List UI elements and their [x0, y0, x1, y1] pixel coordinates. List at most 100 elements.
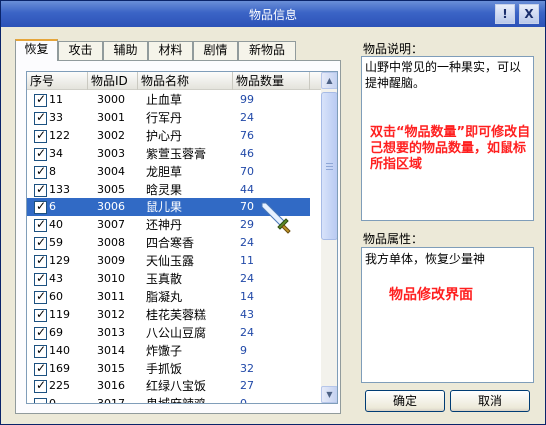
item-list[interactable]: 序号 物品ID 物品名称 物品数量 ✓ 11 3000 止血草 99 ✓ 33 3001 行军丹…	[26, 71, 338, 404]
list-item[interactable]: 0 3017 鬼城麻辣鸡 0	[27, 395, 321, 404]
cell-no: 40	[49, 218, 63, 232]
row-checkbox[interactable]: ✓	[34, 182, 47, 197]
row-checkbox[interactable]: ✓	[34, 253, 47, 269]
cell-id: 3011	[97, 289, 125, 303]
cell-qty[interactable]: 0	[240, 395, 247, 403]
list-item[interactable]: ✓ 43 3010 玉真散 24	[27, 270, 321, 288]
close-button[interactable]: X	[519, 4, 539, 24]
cell-id: 3007	[97, 218, 125, 232]
cell-qty[interactable]: 99	[240, 91, 254, 109]
cell-qty[interactable]: 70	[240, 163, 254, 181]
cell-qty[interactable]: 70	[240, 198, 254, 216]
header-id[interactable]: 物品ID	[88, 72, 138, 90]
list-item[interactable]: ✓ 59 3008 四合寒香 24	[27, 234, 321, 252]
attribute-text: 我方单体，恢复少量神	[365, 252, 486, 266]
header-name[interactable]: 物品名称	[138, 72, 233, 90]
row-checkbox[interactable]: ✓	[34, 235, 47, 251]
cell-no: 0	[49, 397, 56, 404]
tab-new-items[interactable]: 新物品	[238, 41, 296, 60]
row-checkbox[interactable]: ✓	[34, 217, 47, 233]
cell-no: 122	[49, 128, 70, 142]
row-checkbox[interactable]: ✓	[34, 164, 47, 179]
row-checkbox[interactable]: ✓	[34, 289, 47, 304]
cell-qty[interactable]: 27	[240, 377, 254, 395]
tab-material[interactable]: 材料	[148, 41, 193, 60]
cell-id: 3017	[97, 397, 125, 404]
cell-name: 龙胆草	[146, 164, 183, 179]
cell-qty[interactable]: 46	[240, 145, 254, 163]
cell-name: 护心丹	[146, 128, 183, 143]
row-checkbox[interactable]: ✓	[34, 127, 47, 143]
list-item[interactable]: ✓ 60 3011 脂凝丸 14	[27, 288, 321, 306]
list-item[interactable]: ✓ 119 3012 桂花芙蓉糕 43	[27, 306, 321, 324]
list-item[interactable]: ✓ 140 3014 炸馓子 9	[27, 342, 321, 360]
row-checkbox[interactable]: ✓	[34, 92, 47, 107]
cell-qty[interactable]: 11	[240, 252, 254, 270]
checkmark-icon: ✓	[36, 127, 47, 142]
arrow-down-icon[interactable]: ▼	[321, 386, 337, 403]
checkmark-icon: ✓	[36, 217, 47, 232]
cell-qty[interactable]: 24	[240, 270, 254, 288]
list-item[interactable]: ✓ 225 3016 红绿八宝饭 27	[27, 377, 321, 395]
list-item[interactable]: ✓ 129 3009 天仙玉露 11	[27, 252, 321, 270]
cell-name: 紫萱玉蓉膏	[146, 146, 207, 161]
cell-qty[interactable]: 24	[240, 109, 254, 127]
row-checkbox[interactable]: ✓	[34, 199, 47, 215]
cell-id: 3008	[97, 236, 125, 250]
cancel-button[interactable]: 取消	[450, 390, 530, 412]
cell-qty[interactable]: 24	[240, 234, 254, 252]
row-checkbox[interactable]: ✓	[34, 361, 47, 376]
cell-id: 3001	[97, 110, 125, 124]
header-qty[interactable]: 物品数量	[233, 72, 310, 90]
cell-id: 3005	[97, 182, 125, 196]
list-item[interactable]: ✓ 122 3002 护心丹 76	[27, 127, 321, 145]
arrow-up-icon[interactable]: ▲	[321, 72, 337, 89]
cell-no: 133	[49, 182, 70, 196]
vertical-scrollbar[interactable]: ▲ ▼	[321, 72, 337, 403]
scroll-thumb[interactable]	[321, 92, 337, 240]
cell-no: 169	[49, 361, 70, 375]
header-no[interactable]: 序号	[27, 72, 88, 90]
list-item[interactable]: ✓ 133 3005 晗灵果 44	[27, 181, 321, 199]
list-item[interactable]: ✓ 169 3015 手抓饭 32	[27, 360, 321, 378]
checkmark-icon: ✓	[36, 324, 47, 339]
title-bar[interactable]: 物品信息 ! X	[1, 1, 545, 27]
row-checkbox[interactable]: ✓	[34, 110, 47, 125]
cell-id: 3006	[97, 200, 125, 214]
row-checkbox[interactable]	[34, 398, 47, 403]
help-button[interactable]: !	[495, 4, 515, 24]
row-checkbox[interactable]: ✓	[34, 324, 47, 340]
list-item[interactable]: ✓ 8 3004 龙胆草 70	[27, 163, 321, 181]
list-item[interactable]: ✓ 69 3013 八公山豆腐 24	[27, 324, 321, 342]
tab-attack[interactable]: 攻击	[58, 41, 103, 60]
ok-button[interactable]: 确定	[365, 390, 445, 412]
tab-support[interactable]: 辅助	[103, 41, 148, 60]
cell-qty[interactable]: 9	[240, 342, 247, 360]
cell-qty[interactable]: 29	[240, 216, 254, 234]
cell-qty[interactable]: 44	[240, 181, 254, 199]
cell-name: 玉真散	[146, 272, 183, 286]
cell-id: 3000	[97, 93, 125, 106]
cell-qty[interactable]: 32	[240, 360, 254, 378]
row-checkbox[interactable]: ✓	[34, 306, 47, 322]
list-item[interactable]: ✓ 33 3001 行军丹 24	[27, 109, 321, 127]
cell-qty[interactable]: 24	[240, 324, 254, 342]
cell-name: 八公山豆腐	[146, 325, 207, 340]
row-checkbox[interactable]: ✓	[34, 378, 47, 394]
cell-no: 140	[49, 343, 70, 357]
list-item[interactable]: ✓ 34 3003 紫萱玉蓉膏 46	[27, 145, 321, 163]
checkmark-icon: ✓	[36, 306, 47, 321]
cell-qty[interactable]: 43	[240, 306, 254, 324]
row-checkbox[interactable]: ✓	[34, 271, 47, 286]
cell-name: 手抓饭	[146, 361, 183, 376]
tab-story[interactable]: 剧情	[193, 41, 238, 60]
cell-no: 8	[49, 164, 56, 178]
list-item[interactable]: ✓ 11 3000 止血草 99	[27, 91, 321, 109]
cell-qty[interactable]: 14	[240, 288, 254, 306]
row-checkbox[interactable]: ✓	[34, 146, 47, 161]
cell-no: 69	[49, 325, 63, 339]
tab-restore[interactable]: 恢复	[15, 39, 58, 61]
edit-hint-note: 双击“物品数量”即可修改自己想要的物品数量，如鼠标所指区域	[370, 125, 531, 172]
row-checkbox[interactable]: ✓	[34, 343, 47, 358]
cell-qty[interactable]: 76	[240, 127, 254, 145]
